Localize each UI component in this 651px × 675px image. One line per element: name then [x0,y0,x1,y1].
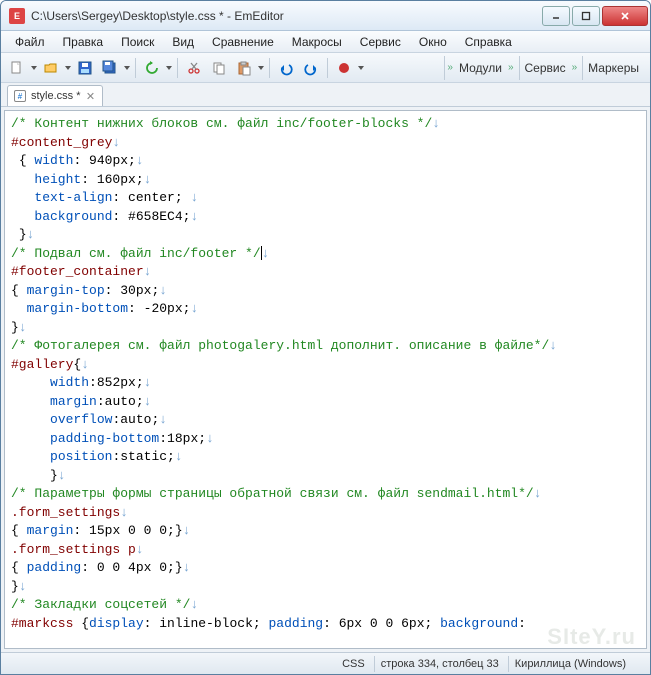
menu-compare[interactable]: Сравнение [204,33,282,51]
titlebar: E C:\Users\Sergey\Desktop\style.css * - … [1,1,650,31]
toolbar-tools-label: Сервис [522,61,569,75]
reload-button[interactable] [140,56,164,80]
code-line[interactable]: #content_grey↓ [11,134,640,153]
toolbar: »Модули» Сервис» Маркеры [1,53,650,83]
code-line[interactable]: /* Параметры формы страницы обратной свя… [11,485,640,504]
code-line[interactable]: margin-bottom: -20px;↓ [11,300,640,319]
minimize-button[interactable] [542,6,570,26]
code-line[interactable]: { margin: 15px 0 0 0;}↓ [11,522,640,541]
save-button[interactable] [73,56,97,80]
app-icon: E [9,8,25,24]
toolbar-markers-label: Маркеры [585,61,642,75]
menu-edit[interactable]: Правка [55,33,112,51]
code-line[interactable]: { margin-top: 30px;↓ [11,282,640,301]
tab-label: style.css * [31,90,81,102]
menu-tools[interactable]: Сервис [352,33,409,51]
code-line[interactable]: height: 160px;↓ [11,171,640,190]
tab-stylecss[interactable]: # style.css * ✕ [7,85,103,106]
menu-help[interactable]: Справка [457,33,520,51]
toolbar-separator [135,58,136,78]
menu-file[interactable]: Файл [7,33,53,51]
status-language: CSS [336,656,371,672]
file-icon: # [14,90,26,102]
menu-window[interactable]: Окно [411,33,455,51]
redo-button[interactable] [299,56,323,80]
toolbar-tools-group[interactable]: Сервис» [519,56,582,80]
open-file-button[interactable] [39,56,63,80]
code-line[interactable]: /* Фотогалерея см. файл photogalery.html… [11,337,640,356]
open-dropdown-icon[interactable] [64,66,72,70]
macro-button[interactable] [332,56,356,80]
code-line[interactable]: #footer_container↓ [11,263,640,282]
code-line[interactable]: }↓ [11,467,640,486]
undo-button[interactable] [274,56,298,80]
code-line[interactable]: position:static;↓ [11,448,640,467]
toolbar-separator [269,58,270,78]
close-button[interactable] [602,6,648,26]
code-line[interactable]: padding-bottom:18px;↓ [11,430,640,449]
menubar: Файл Правка Поиск Вид Сравнение Макросы … [1,31,650,53]
watermark: SIteY.ru [547,628,636,647]
code-line[interactable]: .form_settings p↓ [11,541,640,560]
maximize-button[interactable] [572,6,600,26]
code-line[interactable]: /* Закладки соцсетей */↓ [11,596,640,615]
menu-search[interactable]: Поиск [113,33,162,51]
reload-dropdown-icon[interactable] [165,66,173,70]
code-line[interactable]: #markcss {display: inline-block; padding… [11,615,640,634]
save-all-button[interactable] [98,56,122,80]
window-controls [540,6,648,26]
code-line[interactable]: .form_settings↓ [11,504,640,523]
code-editor[interactable]: /* Контент нижних блоков см. файл inc/fo… [4,110,647,649]
menu-view[interactable]: Вид [164,33,202,51]
code-line[interactable]: overflow:auto;↓ [11,411,640,430]
code-line[interactable]: /* Подвал см. файл inc/footer */↓ [11,245,640,264]
window-title: C:\Users\Sergey\Desktop\style.css * - Em… [31,9,540,23]
save-dropdown-icon[interactable] [123,66,131,70]
paste-dropdown-icon[interactable] [257,66,265,70]
menu-macros[interactable]: Макросы [284,33,350,51]
toolbar-modules-label: Модули [456,61,505,75]
chevron-icon: » [447,62,453,73]
chevron-icon: » [508,62,514,73]
code-line[interactable]: }↓ [11,578,640,597]
chevron-icon: » [572,62,578,73]
toolbar-modules-group[interactable]: »Модули» [444,56,517,80]
copy-button[interactable] [207,56,231,80]
toolbar-separator [327,58,328,78]
new-file-button[interactable] [5,56,29,80]
status-position: строка 334, столбец 33 [374,656,505,672]
new-dropdown-icon[interactable] [30,66,38,70]
paste-button[interactable] [232,56,256,80]
code-line[interactable]: }↓ [11,226,640,245]
statusbar: CSS строка 334, столбец 33 Кириллица (Wi… [1,652,650,674]
code-line[interactable]: #gallery{↓ [11,356,640,375]
cut-button[interactable] [182,56,206,80]
code-line[interactable]: background: #658EC4;↓ [11,208,640,227]
macro-dropdown-icon[interactable] [357,66,365,70]
tab-close-icon[interactable]: ✕ [86,91,96,101]
editor-container: /* Контент нижних блоков см. файл inc/fo… [1,107,650,652]
code-line[interactable]: width:852px;↓ [11,374,640,393]
code-line[interactable]: /* Контент нижних блоков см. файл inc/fo… [11,115,640,134]
app-window: E C:\Users\Sergey\Desktop\style.css * - … [0,0,651,675]
code-line[interactable]: }↓ [11,319,640,338]
status-encoding: Кириллица (Windows) [508,656,632,672]
code-line[interactable]: margin:auto;↓ [11,393,640,412]
code-line[interactable]: { width: 940px;↓ [11,152,640,171]
toolbar-markers-group[interactable]: Маркеры [582,56,646,80]
tabbar: # style.css * ✕ [1,83,650,107]
code-line[interactable]: text-align: center; ↓ [11,189,640,208]
code-line[interactable]: { padding: 0 0 4px 0;}↓ [11,559,640,578]
toolbar-separator [177,58,178,78]
